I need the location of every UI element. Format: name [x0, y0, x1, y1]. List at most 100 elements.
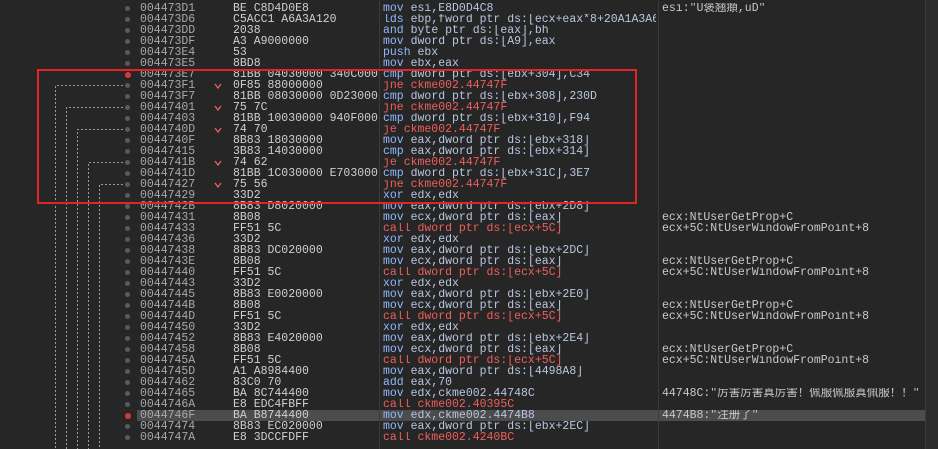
comment-cell[interactable] [662, 80, 924, 91]
bytes-cell[interactable]: BA 8C744400 [233, 388, 378, 399]
bytes-cell[interactable]: 8B83 DC020000 [233, 245, 378, 256]
breakpoint-slot[interactable] [125, 358, 130, 363]
disasm-cell[interactable]: mov eax,dword ptr ds:[ebx+2E0] [383, 289, 656, 300]
breakpoint-slot[interactable] [125, 325, 130, 330]
breakpoint-slot[interactable] [125, 424, 130, 429]
disasm-cell[interactable]: mov edx,ckme002.44748C [383, 388, 656, 399]
bytes-cell[interactable]: C5ACC1 A6A3A120 [233, 14, 378, 25]
disasm-row[interactable]: 0044747A E8 3DCCFDFF call ckme002.4240BC [0, 432, 925, 443]
comment-cell[interactable] [662, 234, 924, 245]
disasm-row[interactable]: 00447433 FF51 5C call dword ptr ds:[ecx+5C]… [0, 223, 925, 234]
bytes-cell[interactable]: 8BD8 [233, 58, 378, 69]
breakpoint-slot[interactable] [125, 28, 130, 33]
disasm-cell[interactable]: mov ebx,eax [383, 58, 656, 69]
disasm-row[interactable]: 0044744D FF51 5C call dword ptr ds:[ecx+5C]… [0, 311, 925, 322]
disasm-cell[interactable]: lds ebp,fword ptr ds:[ecx+eax*8+20A1A3A6 [383, 14, 656, 25]
disasm-cell[interactable]: call dword ptr ds:[ecx+5C] [383, 267, 656, 278]
bytes-cell[interactable]: FF51 5C [233, 223, 378, 234]
bytes-cell[interactable]: 8B08 [233, 256, 378, 267]
disasm-cell[interactable]: mov ecx,dword ptr ds:[eax] [383, 256, 656, 267]
breakpoint-slot[interactable] [125, 402, 130, 407]
vertical-scrollbar[interactable] [926, 0, 938, 449]
comment-cell[interactable] [662, 47, 924, 58]
disasm-cell[interactable]: mov ecx,dword ptr ds:[eax] [383, 212, 656, 223]
comment-cell[interactable]: 4474B8:"注册了" [662, 410, 924, 421]
bytes-cell[interactable]: A3 A9000000 [233, 36, 378, 47]
disasm-cell[interactable]: call dword ptr ds:[ecx+5C] [383, 223, 656, 234]
comment-cell[interactable] [662, 146, 924, 157]
bytes-cell[interactable]: 8B83 E0020000 [233, 289, 378, 300]
comment-cell[interactable] [662, 124, 924, 135]
breakpoint-slot[interactable] [125, 347, 130, 352]
disasm-row[interactable]: 00447438 8B83 DC020000 mov eax,dword ptr ds… [0, 245, 925, 256]
breakpoint-slot[interactable] [125, 204, 130, 209]
breakpoint-slot[interactable] [125, 391, 130, 396]
disasm-cell[interactable]: call dword ptr ds:[ecx+5C] [383, 355, 656, 366]
comment-cell[interactable]: ecx:NtUserGetProp+C [662, 344, 924, 355]
disasm-cell[interactable]: add eax,70 [383, 377, 656, 388]
comment-cell[interactable] [662, 58, 924, 69]
disasm-row[interactable]: 004473E5 8BD8 mov ebx,eax [0, 58, 925, 69]
bytes-cell[interactable]: 33D2 [233, 278, 378, 289]
disasm-row[interactable]: 004473DD 2038 and byte ptr ds:[eax],bh [0, 25, 925, 36]
disasm-row[interactable]: 004473D6 C5ACC1 A6A3A120 lds ebp,fword ptr … [0, 14, 925, 25]
disasm-row[interactable]: 0044745A FF51 5C call dword ptr ds:[ecx+5C]… [0, 355, 925, 366]
comment-cell[interactable] [662, 69, 924, 80]
disasm-cell[interactable]: and byte ptr ds:[eax],bh [383, 25, 656, 36]
comment-cell[interactable] [662, 190, 924, 201]
comment-cell[interactable]: ecx+5C:NtUserWindowFromPoint+8 [662, 311, 924, 322]
comment-cell[interactable] [662, 36, 924, 47]
disasm-cell[interactable]: call ckme002.4240BC [383, 432, 656, 443]
bytes-cell[interactable]: 8B08 [233, 300, 378, 311]
comment-cell[interactable]: ecx+5C:NtUserWindowFromPoint+8 [662, 267, 924, 278]
bytes-cell[interactable]: 83C0 70 [233, 377, 378, 388]
breakpoint-slot[interactable] [125, 270, 130, 275]
bytes-cell[interactable]: 33D2 [233, 234, 378, 245]
disasm-cell[interactable]: mov eax,dword ptr ds:[ebx+2E4] [383, 333, 656, 344]
disasm-row[interactable]: 004473D1 BE C8D4D0E8 mov esi,E8D0D4C8 esi:"U… [0, 3, 925, 14]
disasm-row[interactable]: 00447436 33D2 xor edx,edx [0, 234, 925, 245]
breakpoint-slot[interactable] [125, 50, 130, 55]
breakpoint-slot[interactable] [125, 292, 130, 297]
disasm-row[interactable]: 00447462 83C0 70 add eax,70 [0, 377, 925, 388]
bytes-cell[interactable]: 8B83 E4020000 [233, 333, 378, 344]
disasm-row[interactable]: 0044744B 8B08 mov ecx,dword ptr ds:[eax] ecx… [0, 300, 925, 311]
breakpoint-slot[interactable] [125, 6, 130, 11]
breakpoint-slot[interactable] [125, 17, 130, 22]
disasm-cell[interactable]: mov eax,dword ptr ds:[ebx+2DC] [383, 245, 656, 256]
bytes-cell[interactable]: E8 3DCCFDFF [233, 432, 378, 443]
bytes-cell[interactable]: BA B8744400 [233, 410, 378, 421]
disasm-row[interactable]: 00447440 FF51 5C call dword ptr ds:[ecx+5C]… [0, 267, 925, 278]
comment-cell[interactable] [662, 245, 924, 256]
bytes-cell[interactable]: 8B83 EC020000 [233, 421, 378, 432]
breakpoint-slot[interactable] [125, 303, 130, 308]
breakpoint-slot[interactable] [125, 380, 130, 385]
breakpoint-slot[interactable] [125, 314, 130, 319]
comment-cell[interactable]: esi:"U褒翘頫,uD" [662, 3, 924, 14]
comment-cell[interactable] [662, 432, 924, 443]
bytes-cell[interactable]: 2038 [233, 25, 378, 36]
disasm-cell[interactable]: mov esi,E8D0D4C8 [383, 3, 656, 14]
bytes-cell[interactable]: BE C8D4D0E8 [233, 3, 378, 14]
disasm-cell[interactable]: mov ecx,dword ptr ds:[eax] [383, 300, 656, 311]
disasm-cell[interactable]: xor edx,edx [383, 234, 656, 245]
comment-cell[interactable]: ecx+5C:NtUserWindowFromPoint+8 [662, 223, 924, 234]
disasm-cell[interactable]: mov edx,ckme002.4474B8 [383, 410, 656, 421]
breakpoint-slot[interactable] [125, 259, 130, 264]
comment-cell[interactable]: ecx:NtUserGetProp+C [662, 300, 924, 311]
bytes-cell[interactable]: 53 [233, 47, 378, 58]
comment-cell[interactable]: ecx:NtUserGetProp+C [662, 256, 924, 267]
disasm-cell[interactable]: xor edx,edx [383, 278, 656, 289]
comment-cell[interactable] [662, 135, 924, 146]
breakpoint-slot[interactable] [125, 226, 130, 231]
comment-cell[interactable] [662, 421, 924, 432]
breakpoint-slot[interactable] [125, 39, 130, 44]
disasm-row[interactable]: 00447465 BA 8C744400 mov edx,ckme002.44748C… [0, 388, 925, 399]
disasm-cell[interactable]: xor edx,edx [383, 322, 656, 333]
disasm-cell[interactable]: call ckme002.40395C [383, 399, 656, 410]
breakpoint-slot[interactable] [125, 281, 130, 286]
disasm-cell[interactable]: push ebx [383, 47, 656, 58]
comment-cell[interactable] [662, 399, 924, 410]
breakpoint-icon[interactable] [124, 412, 131, 419]
bytes-cell[interactable]: A1 A8984400 [233, 366, 378, 377]
